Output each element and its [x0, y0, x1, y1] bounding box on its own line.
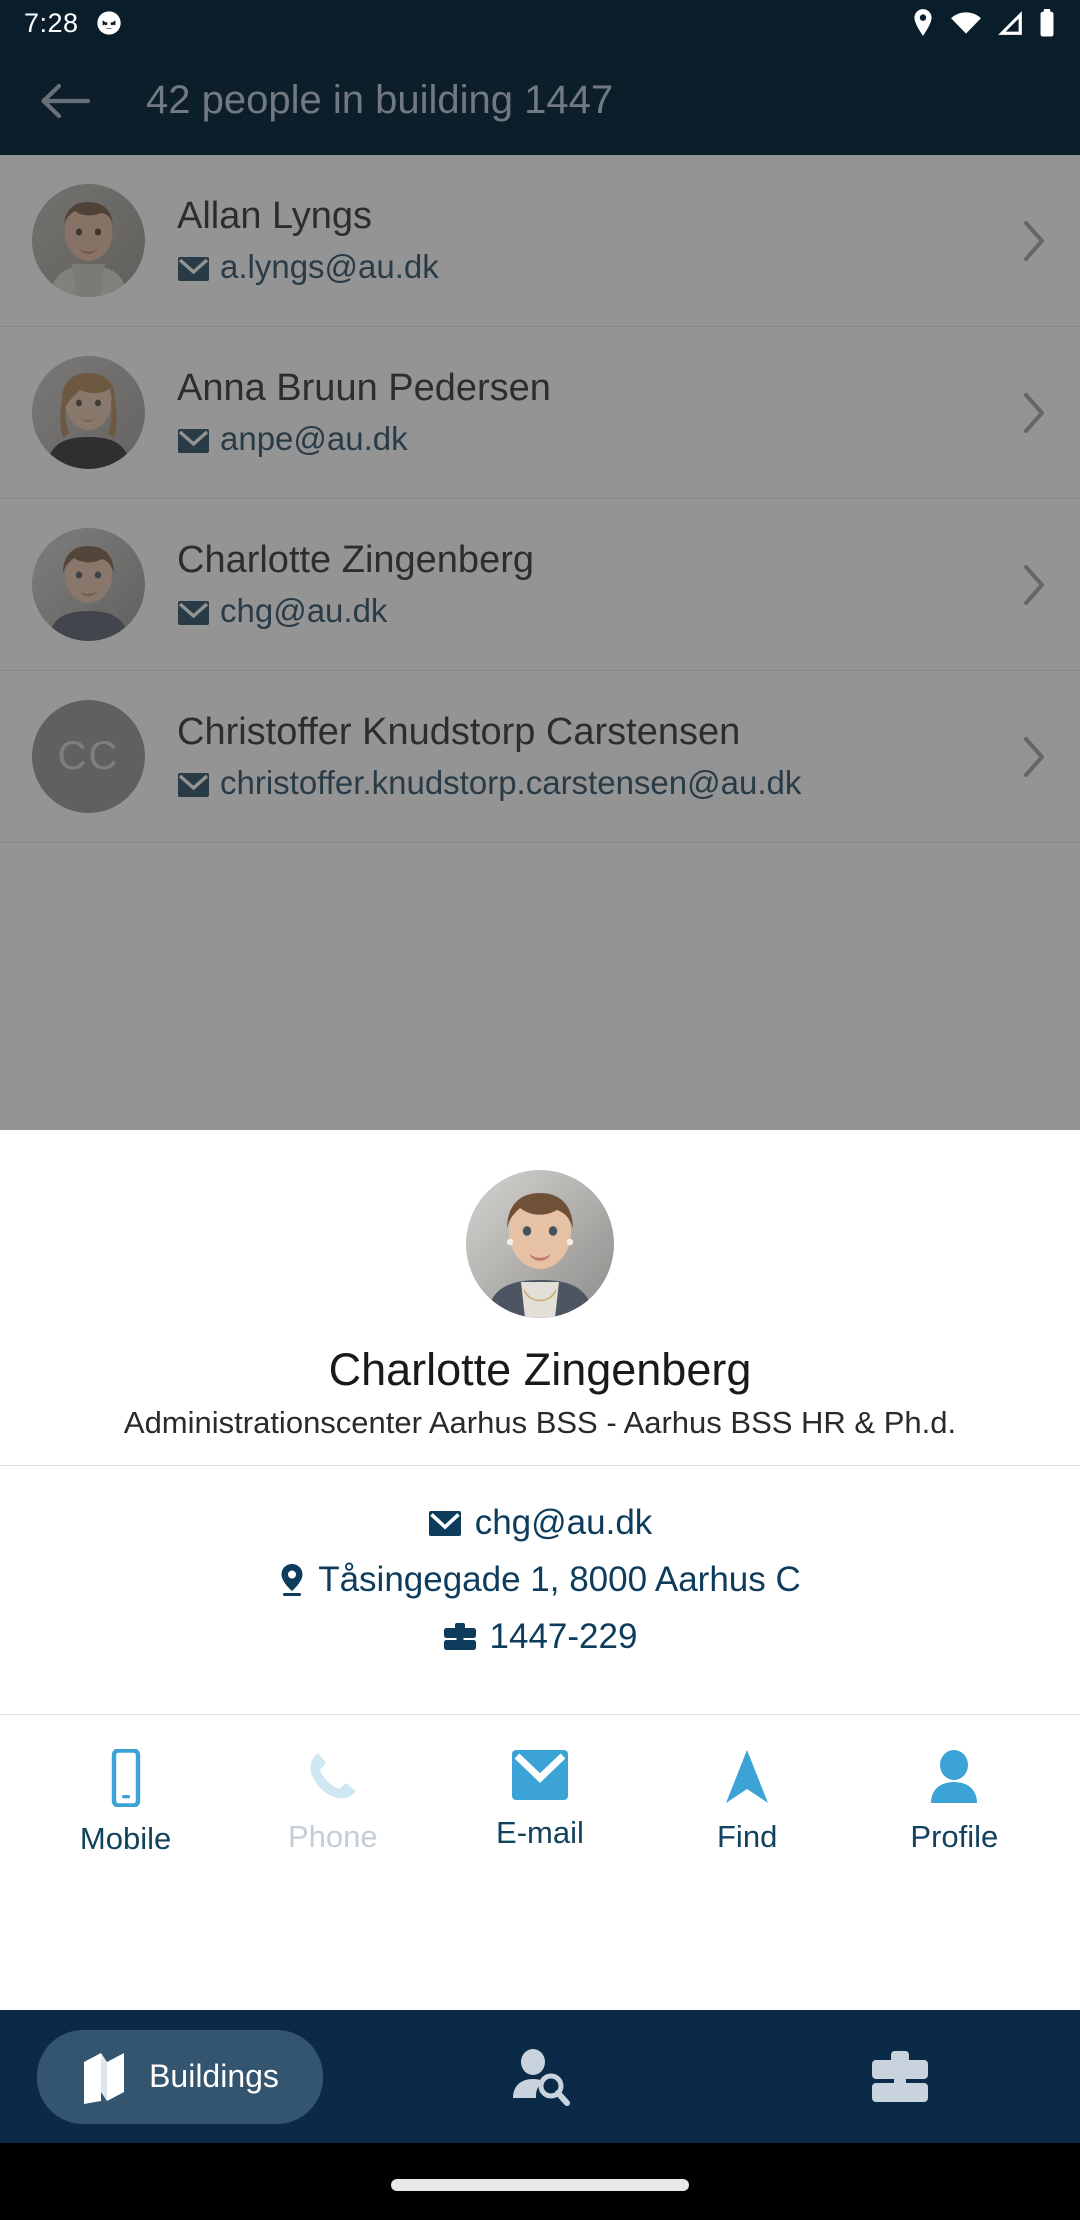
mobile-phone-icon [111, 1749, 140, 1808]
list-item-email: christoffer.knudstorp.carstensen@au.dk [177, 763, 1014, 803]
person-search-icon [513, 2048, 570, 2106]
list-item-name: Anna Bruun Pedersen [177, 366, 551, 409]
avatar-photo [32, 356, 145, 469]
list-item-email-text: a.lyngs@au.dk [220, 247, 439, 285]
page-title: 42 people in building 1447 [146, 78, 614, 122]
action-phone[interactable]: Phone [253, 1749, 413, 1855]
wifi-icon [951, 12, 981, 34]
list-item-name: Christoffer Knudstorp Carstensen [177, 710, 741, 753]
battery-icon [1040, 9, 1054, 37]
cellular-signal-icon [998, 11, 1022, 35]
telephone-handset-icon [310, 1753, 356, 1799]
avatar-photo [32, 184, 145, 297]
email-icon [178, 428, 209, 453]
detail-email-text: chg@au.dk [474, 1503, 653, 1543]
list-item-name: Charlotte Zingenberg [177, 538, 534, 581]
people-list[interactable]: Allan Lyngs a.lyngs@au.dk Anna Bruun Ped… [0, 155, 1080, 1130]
avatar [32, 184, 145, 297]
nav-item-buildings-label: Buildings [149, 2058, 279, 2094]
list-item-email: anpe@au.dk [177, 419, 1014, 459]
back-button[interactable] [30, 66, 100, 136]
action-find-label: Find [717, 1819, 778, 1855]
list-item-email-text: chg@au.dk [220, 591, 388, 629]
status-bar-system-icons [910, 8, 1056, 38]
action-phone-label: Phone [287, 1819, 378, 1855]
briefcase-icon [872, 2050, 928, 2102]
detail-room-row[interactable]: 1447-229 [0, 1612, 1080, 1663]
list-item-text: Christoffer Knudstorp Carstensen christo… [177, 711, 1014, 802]
detail-address-row[interactable]: Tåsingegade 1, 8000 Aarhus C [0, 1555, 1080, 1606]
location-pin-icon [281, 1564, 303, 1597]
action-mobile[interactable]: Mobile [46, 1749, 206, 1857]
person-detail-sheet: Charlotte Zingenberg Administrationscent… [0, 1130, 1080, 1888]
detail-address-text: Tåsingegade 1, 8000 Aarhus C [318, 1559, 801, 1599]
list-item[interactable]: Charlotte Zingenberg chg@au.dk [0, 499, 1080, 671]
avatar [32, 528, 145, 641]
detail-avatar [466, 1170, 614, 1318]
briefcase-icon [443, 1623, 476, 1651]
detail-room-text: 1447-229 [489, 1616, 638, 1656]
app-screen: 7:28 42 people in building 1447 Allan Ly… [0, 0, 1080, 2220]
status-bar-clock: 7:28 [24, 7, 79, 38]
list-item-email: chg@au.dk [177, 591, 1014, 631]
chevron-right-icon [1014, 219, 1054, 263]
detail-name: Charlotte Zingenberg [328, 1344, 752, 1395]
list-item-email-text: anpe@au.dk [220, 419, 408, 457]
detail-contact-block: chg@au.dk Tåsingegade 1, 8000 Aarhus C 1… [0, 1466, 1080, 1690]
chevron-right-icon [1014, 391, 1054, 435]
list-item-text: Charlotte Zingenberg chg@au.dk [177, 539, 1014, 630]
action-profile-label: Profile [910, 1819, 999, 1855]
nav-item-people-search[interactable] [360, 2010, 720, 2143]
action-email-label: E-mail [496, 1815, 584, 1851]
detail-avatar-photo [466, 1170, 614, 1318]
action-mobile-label: Mobile [79, 1821, 172, 1857]
detail-department: Administrationscenter Aarhus BSS - Aarhu… [123, 1405, 957, 1440]
email-icon [178, 772, 209, 797]
nav-item-jobs[interactable] [720, 2010, 1080, 2143]
list-item-email-text: christoffer.knudstorp.carstensen@au.dk [220, 763, 802, 801]
email-icon [428, 1511, 461, 1537]
chevron-right-icon [1014, 563, 1054, 607]
action-find[interactable]: Find [667, 1749, 827, 1855]
action-email[interactable]: E-mail [460, 1749, 620, 1851]
avatar: CC [32, 700, 145, 813]
list-item-text: Anna Bruun Pedersen anpe@au.dk [177, 367, 1014, 458]
arrow-back-icon [41, 83, 91, 118]
list-item-name: Allan Lyngs [177, 194, 373, 237]
chevron-right-icon [1014, 735, 1054, 779]
bottom-navigation-bar: Buildings [0, 2010, 1080, 2143]
email-icon [178, 256, 209, 281]
detail-action-bar: Mobile Phone E-mail Find Profile [0, 1715, 1080, 1887]
person-icon [931, 1750, 978, 1804]
email-icon [511, 1750, 568, 1801]
action-profile[interactable]: Profile [874, 1749, 1034, 1855]
detail-photo-wrap [0, 1130, 1080, 1318]
app-notification-icon [96, 11, 121, 35]
nav-active-pill: Buildings [37, 2029, 323, 2124]
list-item[interactable]: CC Christoffer Knudstorp Carstensen chri… [0, 671, 1080, 843]
nav-item-buildings[interactable]: Buildings [0, 2010, 360, 2143]
avatar-photo [32, 528, 145, 641]
list-item[interactable]: Anna Bruun Pedersen anpe@au.dk [0, 327, 1080, 499]
navigation-arrow-icon [726, 1750, 769, 1804]
list-item-text: Allan Lyngs a.lyngs@au.dk [177, 195, 1014, 286]
app-bar: 42 people in building 1447 [0, 46, 1080, 155]
avatar [32, 356, 145, 469]
detail-email-row[interactable]: chg@au.dk [0, 1498, 1080, 1549]
avatar-initials: CC [32, 700, 145, 813]
home-indicator[interactable] [391, 2179, 689, 2191]
list-item-email: a.lyngs@au.dk [177, 247, 1014, 287]
email-icon [178, 600, 209, 625]
system-gesture-bar [0, 2143, 1080, 2220]
list-item[interactable]: Allan Lyngs a.lyngs@au.dk [0, 155, 1080, 327]
status-bar-notifications [95, 9, 123, 37]
location-icon [914, 9, 932, 36]
map-icon [84, 2052, 125, 2104]
status-bar: 7:28 [0, 0, 1080, 46]
